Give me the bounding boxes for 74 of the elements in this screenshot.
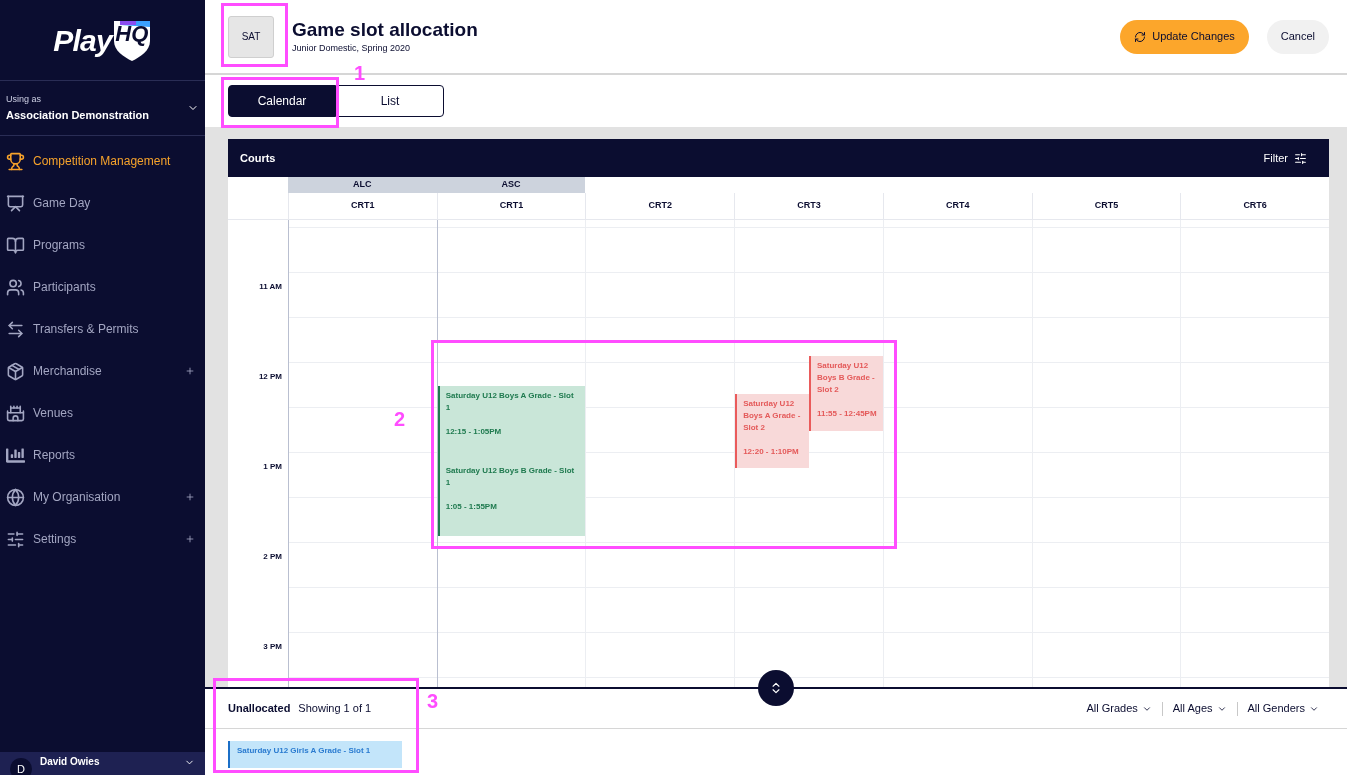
nav-item[interactable]: Programs <box>0 224 205 266</box>
user-name: David Owies <box>40 755 101 769</box>
calendar-title: Courts <box>240 150 276 166</box>
callout-number: 1 <box>354 61 366 86</box>
filter-dropdown[interactable]: All Ages <box>1172 700 1227 717</box>
nav-item[interactable]: My Organisation <box>0 476 205 518</box>
page-subtitle: Junior Domestic, Spring 2020 <box>292 41 412 55</box>
nav-icon <box>6 277 25 297</box>
time-label: 11 AM <box>259 281 282 293</box>
plus-icon[interactable] <box>185 492 195 502</box>
update-button[interactable]: Update Changes <box>1120 19 1249 54</box>
plus-icon[interactable] <box>185 534 195 544</box>
nav-icon <box>6 361 25 381</box>
nav-icon <box>6 445 25 465</box>
view-tab[interactable]: List <box>336 85 444 117</box>
venue-header: ALC <box>288 177 437 193</box>
nav-item[interactable]: Participants <box>0 266 205 308</box>
event-time: 12:20 - 1:10PM <box>743 446 800 458</box>
account-caption: Using as <box>6 93 42 106</box>
account-name: Association Demonstration <box>6 107 150 123</box>
nav-item[interactable]: Reports <box>0 434 205 476</box>
plus-icon[interactable] <box>185 366 195 376</box>
nav-item[interactable]: Game Day <box>0 182 205 224</box>
nav-icon <box>6 319 25 339</box>
event-time: 1:05 - 1:55PM <box>445 501 498 513</box>
refresh-icon <box>1134 30 1147 43</box>
callout-number: 3 <box>427 689 439 714</box>
court-header: CRT1 <box>288 193 437 220</box>
nav-icon <box>6 235 25 255</box>
event-time: 12:15 - 1:05PM <box>445 426 503 438</box>
event-title: Saturday U12 Boys A Grade - Slot 1 <box>445 390 575 414</box>
event-card[interactable]: Saturday U12 Boys A Grade - Slot 1 12:15 - 1:05PM <box>437 386 586 461</box>
nav-item[interactable]: Transfers & Permits <box>0 308 205 350</box>
nav-icon <box>6 529 25 549</box>
unallocated-count: Showing 1 of 1 <box>298 701 372 717</box>
court-header: CRT1 <box>436 193 586 220</box>
unallocated-title: Unallocated <box>228 701 291 717</box>
event-time: 11:55 - 12:45PM <box>817 408 877 420</box>
venue-header: ASC <box>436 177 586 193</box>
time-label: 12 PM <box>258 371 282 383</box>
nav-item[interactable]: Competition Management <box>0 140 205 182</box>
logo-text: Play <box>53 22 112 59</box>
nav-icon <box>6 151 25 171</box>
nav-icon <box>6 487 25 507</box>
event-card[interactable]: Saturday U12 Boys B Grade - Slot 1 1:05 - 1:55PM <box>437 461 586 536</box>
expand-toggle[interactable] <box>758 670 794 706</box>
cancel-button[interactable]: Cancel <box>1266 19 1329 54</box>
event-title: Saturday U12 Boys B Grade - Slot 1 <box>445 465 576 489</box>
user-avatar: D <box>10 758 32 775</box>
time-label: 2 PM <box>263 551 282 563</box>
court-header: CRT6 <box>1180 193 1329 220</box>
event-title: Saturday U12 Boys B Grade - Slot 2 <box>817 360 876 396</box>
user-bar[interactable]: D David Owies <box>0 752 205 775</box>
court-header: CRT4 <box>882 193 1032 220</box>
view-tab[interactable]: Calendar <box>228 85 336 117</box>
nav-item[interactable]: Merchandise <box>0 350 205 392</box>
nav-icon <box>6 193 25 213</box>
event-title: Saturday U12 Boys A Grade - Slot 2 <box>743 398 802 434</box>
court-header: CRT3 <box>734 193 883 220</box>
nav-item[interactable]: Settings <box>0 518 205 560</box>
day-badge[interactable]: SAT <box>228 15 274 58</box>
filter-button[interactable]: Filter <box>1263 149 1307 167</box>
time-label: 1 PM <box>263 461 282 473</box>
nav-icon <box>6 403 25 423</box>
filter-dropdown[interactable]: All Genders <box>1247 700 1319 717</box>
nav-item[interactable]: Venues <box>0 392 205 434</box>
court-header: CRT5 <box>1031 193 1181 220</box>
highlight-frame <box>221 3 288 67</box>
court-header: CRT2 <box>585 193 735 220</box>
filter-dropdown[interactable]: All Grades <box>1086 700 1152 717</box>
page-title: Game slot allocation <box>292 17 479 42</box>
filter-icon <box>1294 151 1307 165</box>
callout-number: 2 <box>394 407 406 432</box>
time-label: 3 PM <box>263 641 282 653</box>
